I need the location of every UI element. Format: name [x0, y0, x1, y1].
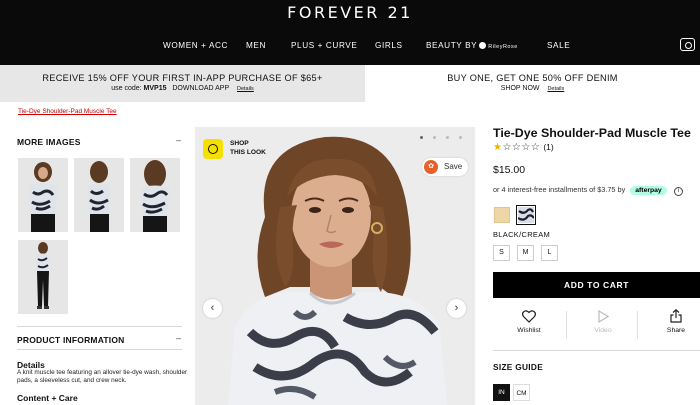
tie-dye-swatch-pattern: [517, 207, 535, 223]
nav-plus-curve[interactable]: PLUS + CURVE: [291, 41, 357, 50]
breadcrumb[interactable]: Tie-Dye Shoulder-Pad Muscle Tee: [18, 108, 117, 115]
selected-color-name: BLACK/CREAM: [493, 230, 551, 239]
unit-cm-toggle[interactable]: CM: [513, 384, 530, 401]
add-to-cart-button[interactable]: ADD TO CART: [493, 272, 700, 298]
thumbnail-full-body-image: [18, 240, 68, 314]
carousel-dot[interactable]: [446, 136, 449, 139]
save-button[interactable]: ✿ Save: [422, 158, 468, 176]
promo-app-details-link[interactable]: Details: [237, 86, 254, 92]
collapse-more-images-icon[interactable]: –: [176, 135, 181, 145]
installments-text: or 4 interest-free installments of $3.75…: [493, 185, 626, 194]
camera-icon[interactable]: [680, 38, 695, 51]
riley-rose-logo-icon: [479, 42, 487, 49]
promo-code: MVP15: [143, 85, 167, 92]
nav-sale[interactable]: SALE: [547, 41, 570, 50]
size-l-button[interactable]: L: [541, 245, 558, 261]
promo-banner-app[interactable]: RECEIVE 15% OFF YOUR FIRST IN-APP PURCHA…: [0, 65, 365, 102]
nav-men[interactable]: MEN: [246, 41, 266, 50]
promo-code-prefix: use code:: [111, 85, 142, 92]
color-swatch-tan[interactable]: [494, 207, 510, 223]
promo-denim-sub: SHOP NOW Details: [365, 85, 700, 92]
shop-label-line1: SHOP: [230, 140, 249, 147]
thumbnail-front-image: [18, 158, 68, 232]
collapse-product-info-icon[interactable]: –: [176, 333, 181, 343]
unit-inches-toggle[interactable]: IN: [493, 384, 510, 401]
size-s-button[interactable]: S: [493, 245, 510, 261]
carousel-dot[interactable]: [433, 136, 436, 139]
star-empty-icons: ☆☆☆☆: [502, 142, 541, 153]
promo-app-sub: use code: MVP15 DOWNLOAD APP Details: [0, 85, 365, 92]
wishlist-button[interactable]: Wishlist: [505, 308, 553, 344]
shop-now-link[interactable]: SHOP NOW: [501, 85, 540, 92]
play-icon: [598, 309, 610, 324]
thumbnail-side-image: [74, 158, 124, 232]
info-icon[interactable]: i: [673, 187, 683, 196]
carousel-dot-active[interactable]: [420, 136, 423, 139]
promo-denim-text: BUY ONE, GET ONE 50% OFF DENIM: [447, 73, 618, 83]
nav-beauty-label: BEAUTY BY: [426, 41, 478, 50]
next-image-arrow-icon[interactable]: ›: [447, 299, 466, 318]
thumbnail-full-body[interactable]: [18, 240, 68, 314]
installments-info: or 4 interest-free installments of $3.75…: [493, 185, 683, 196]
promo-banner-denim[interactable]: BUY ONE, GET ONE 50% OFF DENIM SHOP NOW …: [365, 65, 700, 102]
rating[interactable]: ★☆☆☆☆ (1): [493, 142, 554, 153]
product-title: Tie-Dye Shoulder-Pad Muscle Tee: [493, 126, 691, 140]
nav-women-acc[interactable]: WOMEN + ACC: [163, 41, 228, 50]
product-price: $15.00: [493, 164, 526, 176]
product-information-heading: PRODUCT INFORMATION: [17, 335, 125, 345]
heart-icon: [522, 310, 536, 323]
rating-count: (1): [543, 142, 554, 152]
shop-look-icon: [203, 139, 223, 159]
top-header: FOREVER 21 WOMEN + ACC MEN PLUS + CURVE …: [0, 0, 700, 65]
divider: [17, 326, 182, 327]
details-text: A knit muscle tee featuring an allover t…: [17, 369, 188, 384]
shop-label-line2: THIS LOOK: [230, 148, 266, 156]
prev-image-arrow-icon[interactable]: ‹: [203, 299, 222, 318]
nav-girls[interactable]: GIRLS: [375, 41, 403, 50]
logo[interactable]: FOREVER 21: [0, 3, 700, 22]
video-label: Video: [594, 327, 612, 334]
divider: [17, 349, 182, 350]
share-button[interactable]: Share: [656, 308, 696, 344]
divider: [493, 350, 700, 351]
thumbnail-back-image: [130, 158, 180, 232]
main-nav: WOMEN + ACC MEN PLUS + CURVE GIRLS BEAUT…: [0, 41, 700, 53]
thumbnail-back[interactable]: [130, 158, 180, 232]
wishlist-label: Wishlist: [517, 327, 541, 334]
content-care-heading[interactable]: Content + Care: [17, 393, 78, 403]
size-guide-heading: SIZE GUIDE: [493, 362, 544, 372]
divider: [637, 311, 638, 339]
save-logo-icon: ✿: [424, 160, 438, 174]
download-app-link[interactable]: DOWNLOAD APP: [172, 85, 229, 92]
promo-denim-details-link[interactable]: Details: [547, 86, 564, 92]
more-images-heading: MORE IMAGES: [17, 137, 81, 147]
video-button[interactable]: Video: [580, 308, 626, 344]
shop-this-look-label: SHOP THIS LOOK: [230, 140, 266, 157]
afterpay-logo[interactable]: afterpay: [630, 186, 667, 195]
carousel-dot[interactable]: [459, 136, 462, 139]
riley-rose-label: RileyRose: [488, 44, 518, 50]
size-m-button[interactable]: M: [517, 245, 534, 261]
save-label: Save: [444, 162, 463, 171]
divider: [566, 311, 567, 339]
share-icon: [670, 308, 682, 323]
nav-beauty[interactable]: BEAUTY BY RileyRose: [426, 41, 518, 50]
promo-app-text: RECEIVE 15% OFF YOUR FIRST IN-APP PURCHA…: [42, 73, 323, 83]
color-swatch-black-cream[interactable]: [516, 205, 536, 225]
main-product-image[interactable]: SHOP THIS LOOK ✿ Save ‹ ›: [195, 127, 475, 405]
thumbnail-side[interactable]: [74, 158, 124, 232]
thumbnail-front[interactable]: [18, 158, 68, 232]
share-label: Share: [666, 327, 686, 334]
